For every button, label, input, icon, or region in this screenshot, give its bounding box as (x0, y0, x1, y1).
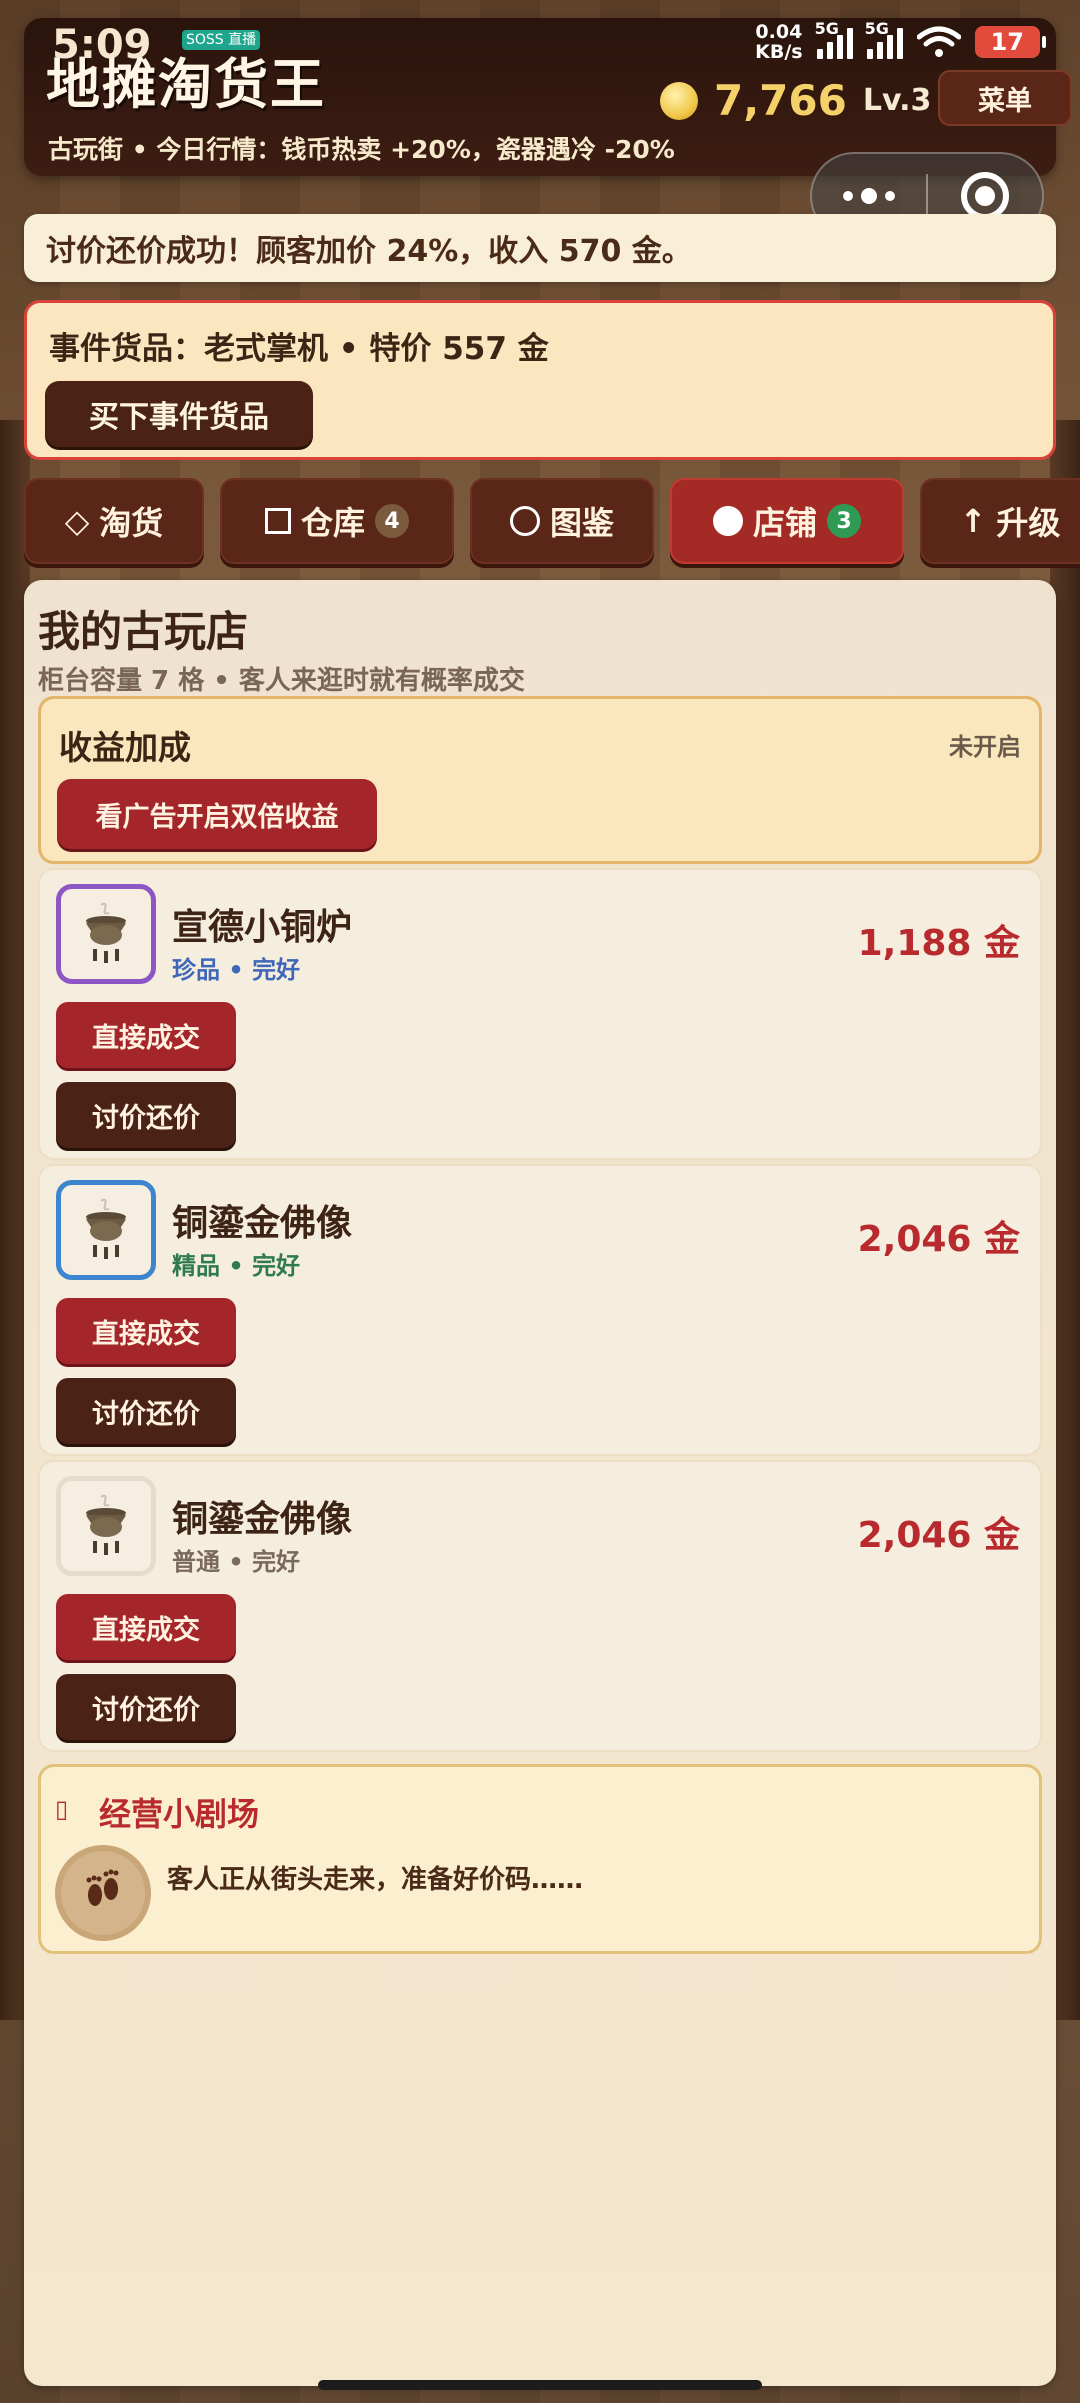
coin-balance: 7,766 Lv.3 (660, 76, 931, 125)
warehouse-count-badge: 4 (375, 504, 409, 538)
net-speed: 0.04 KB/s (755, 21, 803, 63)
incense-burner-icon (56, 1180, 156, 1280)
bargain-button[interactable]: 讨价还价 (56, 1378, 236, 1444)
item-grade: 精品 • 完好 (172, 1252, 301, 1280)
bonus-title: 收益加成 (59, 728, 191, 767)
event-goods-panel: 事件货品：老式掌机 • 特价 557 金 买下事件货品 (24, 300, 1056, 460)
result-toast: 讨价还价成功！顾客加价 24%，收入 570 金。 (24, 214, 1056, 282)
direct-deal-button[interactable]: 直接成交 (56, 1002, 236, 1068)
tab-scavenge[interactable]: ◇ 淘货 (24, 478, 204, 564)
diamond-icon: ◇ (64, 502, 90, 540)
direct-deal-button[interactable]: 直接成交 (56, 1298, 236, 1364)
circle-icon (509, 506, 540, 536)
coin-icon (660, 81, 698, 120)
shop-item: 铜鎏金佛像 精品 • 完好 2,046 金 直接成交 讨价还价 (38, 1164, 1042, 1456)
buy-event-goods-button[interactable]: 买下事件货品 (45, 381, 313, 447)
shop-count-badge: 3 (827, 504, 861, 538)
incense-burner-icon (56, 1476, 156, 1576)
item-grade: 珍品 • 完好 (172, 956, 301, 984)
status-indicators: 0.04 KB/s 5G 5G 17 (755, 19, 1047, 63)
player-level: Lv.3 (862, 83, 932, 118)
item-price: 2,046 金 (857, 1219, 1020, 1260)
income-bonus-card: 收益加成 未开启 看广告开启双倍收益 (38, 696, 1042, 864)
status-time: 5:09 (52, 22, 152, 68)
more-options-icon[interactable] (812, 188, 926, 204)
tab-shop[interactable]: 店铺 3 (670, 478, 904, 564)
live-badge: SOSS 直播 (182, 30, 261, 50)
arrow-up-icon: ↑ (959, 502, 987, 540)
theater-message: 客人正从街头走来，准备好价码…… (167, 1865, 584, 1895)
shop-panel: 我的古玩店 柜台容量 7 格 • 客人来逛时就有概率成交 收益加成 未开启 看广… (24, 580, 1056, 2386)
item-name: 铜鎏金佛像 (172, 1203, 353, 1244)
item-price: 2,046 金 (857, 1515, 1020, 1556)
theater-title: 经营小剧场 (99, 1795, 260, 1833)
bargain-button[interactable]: 讨价还价 (56, 1674, 236, 1740)
shop-subtitle: 柜台容量 7 格 • 客人来逛时就有概率成交 (38, 666, 525, 696)
item-price: 1,188 金 (857, 923, 1020, 964)
close-miniprogram-icon[interactable] (928, 172, 1042, 220)
footprints-icon (55, 1845, 151, 1941)
tab-upgrade[interactable]: ↑ 升级 (920, 478, 1080, 564)
battery-indicator: 17 (974, 26, 1047, 58)
square-icon (264, 508, 291, 534)
coin-count: 7,766 (714, 76, 847, 125)
tab-collection[interactable]: 图鉴 (470, 478, 654, 564)
market-trend: 古玩街 • 今日行情：钱币热卖 +20%，瓷器遇冷 -20% (48, 135, 675, 164)
shop-item: 铜鎏金佛像 普通 • 完好 2,046 金 直接成交 讨价还价 (38, 1460, 1042, 1752)
item-name: 铜鎏金佛像 (172, 1499, 353, 1540)
bonus-state: 未开启 (949, 733, 1021, 761)
item-grade: 普通 • 完好 (172, 1548, 301, 1576)
event-goods-text: 事件货品：老式掌机 • 特价 557 金 (49, 331, 549, 367)
theater-icon: ▯ (55, 1795, 69, 1823)
direct-deal-button[interactable]: 直接成交 (56, 1594, 236, 1660)
signal-2-icon: 5G (865, 19, 903, 59)
watch-ad-double-income-button[interactable]: 看广告开启双倍收益 (57, 779, 377, 849)
wifi-icon (916, 25, 962, 59)
business-theater-card: ▯ 经营小剧场 客人正从街头走来，准备好价码…… (38, 1764, 1042, 1954)
tab-warehouse[interactable]: 仓库 4 (220, 478, 454, 564)
incense-burner-icon (56, 884, 156, 984)
signal-1-icon: 5G (815, 19, 853, 59)
shop-title: 我的古玩店 (38, 607, 249, 656)
shop-item: 宣德小铜炉 珍品 • 完好 1,188 金 直接成交 讨价还价 (38, 868, 1042, 1160)
home-indicator[interactable] (318, 2380, 762, 2390)
filled-circle-icon (712, 506, 743, 536)
bargain-button[interactable]: 讨价还价 (56, 1082, 236, 1148)
item-name: 宣德小铜炉 (172, 907, 353, 948)
menu-button[interactable]: 菜单 (938, 70, 1072, 126)
